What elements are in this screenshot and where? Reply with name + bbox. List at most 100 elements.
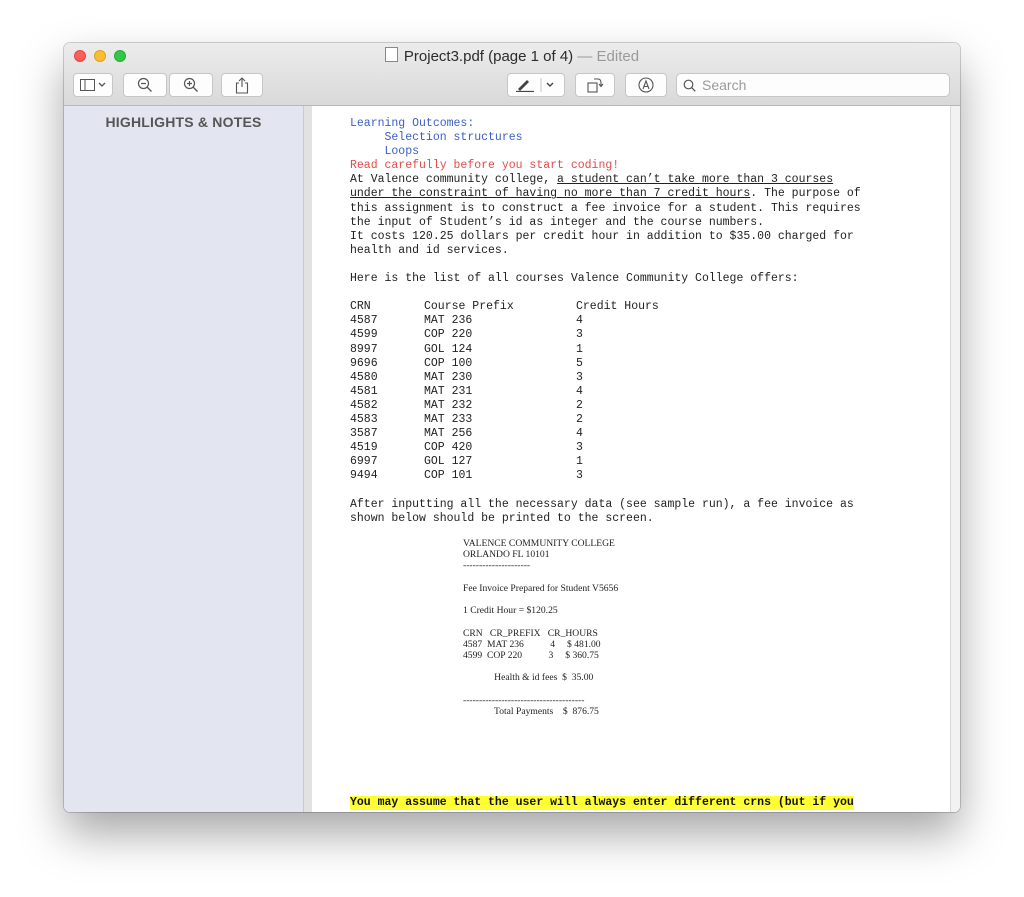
paragraph-line: this assignment is to construct a fee in… bbox=[350, 201, 861, 215]
credit-hours-cell: 2 bbox=[576, 412, 583, 426]
pdf-page: Learning Outcomes: Selection structures … bbox=[312, 106, 950, 812]
table-row: 4587 MAT 236 4 bbox=[350, 314, 861, 328]
credit-hours-cell: 4 bbox=[576, 427, 583, 441]
table-row: 6997 GOL 127 1 bbox=[350, 455, 861, 469]
crn-cell: 8997 bbox=[350, 342, 378, 356]
paragraph-line: under the constraint of having no more t… bbox=[350, 187, 861, 201]
invoice-line bbox=[463, 572, 618, 583]
invoice-line: ORLANDO FL 10101 bbox=[463, 549, 550, 561]
course-prefix-cell: MAT 236 bbox=[424, 314, 473, 328]
sidebar-toggle-icon bbox=[80, 79, 106, 91]
table-row: 4599 COP 220 3 bbox=[350, 328, 861, 342]
share-button[interactable] bbox=[221, 73, 263, 97]
crn-cell: 4587 bbox=[350, 314, 378, 328]
crn-cell: 3587 bbox=[350, 427, 378, 441]
outcome-item: Loops bbox=[350, 145, 420, 159]
credit-hours-cell: 3 bbox=[576, 469, 583, 483]
course-prefix-cell: MAT 230 bbox=[424, 370, 473, 384]
crn-cell: 4519 bbox=[350, 441, 378, 455]
share-icon bbox=[235, 76, 249, 94]
crn-cell: 4582 bbox=[350, 398, 378, 412]
course-prefix-cell: GOL 124 bbox=[424, 342, 473, 356]
paragraph-line: At Valence community college, a student … bbox=[350, 173, 834, 187]
credit-hours-cell: 4 bbox=[576, 384, 583, 398]
course-prefix-cell: MAT 232 bbox=[424, 398, 473, 412]
credit-hours-cell: 1 bbox=[576, 342, 583, 356]
window-title: Project3.pdf (page 1 of 4) — Edited bbox=[64, 47, 960, 65]
search-icon bbox=[683, 79, 696, 92]
preview-window: Project3.pdf (page 1 of 4) — Edited HI bbox=[64, 43, 960, 812]
markup-pen-icon bbox=[516, 78, 554, 92]
outcome-item: Selection structures bbox=[350, 131, 523, 145]
crn-cell: 9696 bbox=[350, 356, 378, 370]
invoice-line: 4587 MAT 236 4 $ 481.00 bbox=[463, 638, 601, 650]
crn-cell: 4580 bbox=[350, 370, 378, 384]
pdf-document-icon bbox=[384, 47, 398, 62]
crn-cell: 4581 bbox=[350, 384, 378, 398]
markup-toolbar-icon bbox=[638, 77, 654, 93]
invoice-line: Health & id fees $ 35.00 bbox=[463, 672, 594, 684]
invoice-line: VALENCE COMMUNITY COLLEGE bbox=[463, 538, 615, 549]
table-row: 3587 MAT 256 4 bbox=[350, 427, 861, 441]
table-row: 4581 MAT 231 4 bbox=[350, 385, 861, 399]
table-row: 4583 MAT 233 2 bbox=[350, 413, 861, 427]
course-prefix-cell: MAT 233 bbox=[424, 412, 473, 426]
paragraph-line: the input of Student’s id as integer and… bbox=[350, 215, 765, 229]
course-prefix-cell: MAT 231 bbox=[424, 384, 473, 398]
document-view[interactable]: Learning Outcomes: Selection structures … bbox=[304, 106, 960, 812]
credit-hours-cell: 3 bbox=[576, 328, 583, 342]
invoice-line: --------------------- bbox=[463, 560, 531, 572]
invoice-line: 1 Credit Hour = $120.25 bbox=[463, 605, 558, 617]
invoice-line: CRN CR_PREFIX CR_HOURS bbox=[463, 627, 598, 639]
highlight-markup-button[interactable] bbox=[507, 73, 565, 97]
course-table-header: CRN Course Prefix Credit Hours bbox=[350, 300, 659, 314]
rotate-button[interactable] bbox=[575, 73, 615, 97]
credit-hours-cell: 5 bbox=[576, 356, 583, 370]
zoom-out-icon bbox=[137, 77, 152, 92]
vertical-scrollbar[interactable] bbox=[950, 106, 960, 812]
credit-hours-cell: 2 bbox=[576, 398, 583, 412]
table-row: 4582 MAT 232 2 bbox=[350, 399, 861, 413]
list-intro: Here is the list of all courses Valence … bbox=[350, 272, 799, 286]
crn-cell: 4599 bbox=[350, 328, 378, 342]
credit-hours-cell: 1 bbox=[576, 455, 583, 469]
table-row: 9696 COP 100 5 bbox=[350, 357, 861, 371]
title-separator: — bbox=[573, 48, 597, 65]
invoice-line bbox=[463, 594, 618, 605]
zoom-out-button[interactable] bbox=[123, 73, 167, 97]
invoice-line: Fee Invoice Prepared for Student V5656 bbox=[463, 582, 619, 594]
zoom-in-button[interactable] bbox=[169, 73, 213, 97]
search-field[interactable] bbox=[676, 73, 950, 97]
course-prefix-cell: COP 100 bbox=[424, 356, 473, 370]
markup-toolbar-button[interactable] bbox=[625, 73, 667, 97]
page-content: Learning Outcomes: Selection structures … bbox=[350, 117, 861, 526]
paragraph-line: It costs 120.25 dollars per credit hour … bbox=[350, 229, 854, 243]
table-row: 9494 COP 101 3 bbox=[350, 469, 861, 483]
zoom-in-icon bbox=[183, 77, 198, 92]
invoice-line: 4599 COP 220 3 $ 360.75 bbox=[463, 649, 599, 661]
search-input[interactable] bbox=[700, 76, 944, 94]
title-filename: Project3.pdf (page 1 of 4) bbox=[403, 48, 574, 65]
credit-hours-cell: 3 bbox=[576, 441, 583, 455]
course-prefix-cell: GOL 127 bbox=[424, 455, 473, 469]
course-prefix-cell: COP 420 bbox=[424, 441, 473, 455]
titlebar: Project3.pdf (page 1 of 4) — Edited bbox=[64, 43, 960, 106]
sample-invoice: VALENCE COMMUNITY COLLEGE ORLANDO FL 1010… bbox=[463, 538, 618, 717]
credit-hours-cell: 3 bbox=[576, 370, 583, 384]
invoice-line bbox=[463, 683, 618, 694]
invoice-line bbox=[463, 616, 618, 627]
course-table: 4587 MAT 236 4 4599 COP 220 3 8997 GOL 124 1 9696… bbox=[350, 314, 861, 483]
course-prefix-cell: COP 220 bbox=[424, 328, 473, 342]
rotate-icon bbox=[587, 78, 604, 93]
credit-hours-cell: 4 bbox=[576, 314, 583, 328]
highlighted-note: You may assume that the user will always… bbox=[350, 796, 854, 810]
course-prefix-cell: COP 101 bbox=[424, 469, 473, 483]
sidebar-toggle-button[interactable] bbox=[73, 73, 113, 97]
title-edited-status: Edited bbox=[596, 48, 640, 65]
invoice-line bbox=[463, 661, 618, 672]
table-row: 4519 COP 420 3 bbox=[350, 441, 861, 455]
invoice-line: -------------------------------------- bbox=[463, 694, 585, 706]
paragraph-line: shown below should be printed to the scr… bbox=[350, 511, 654, 525]
paragraph-line: health and id services. bbox=[350, 243, 509, 257]
highlights-notes-sidebar[interactable]: HIGHLIGHTS & NOTES bbox=[64, 106, 304, 812]
